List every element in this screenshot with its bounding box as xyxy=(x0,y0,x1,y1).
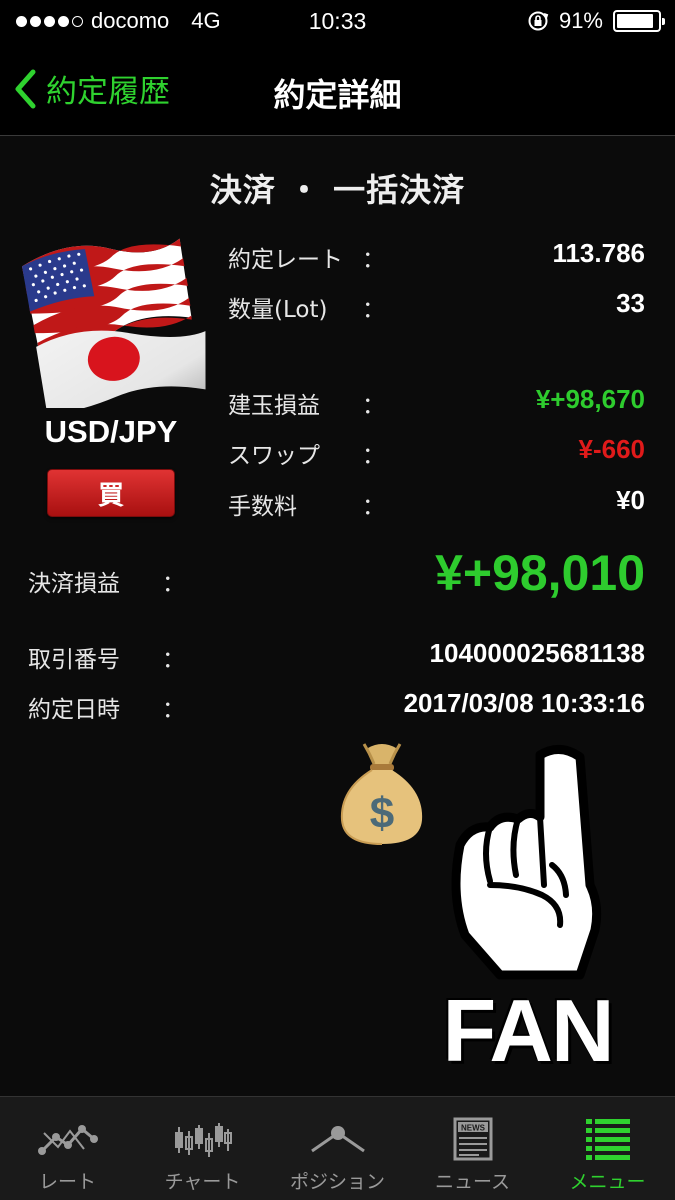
settlement-pl-colon: ： xyxy=(162,571,185,597)
quantity-colon: ： xyxy=(362,297,385,323)
rotation-lock-icon xyxy=(528,11,549,31)
trade-number-value: 104000025681138 xyxy=(429,638,645,668)
position-pl-value: ¥+98,670 xyxy=(535,384,645,414)
back-button[interactable]: 約定履歴 xyxy=(14,66,170,111)
tab-news[interactable]: NEWS ニュース xyxy=(405,1097,540,1200)
position-pl-colon: ： xyxy=(362,393,385,419)
money-bag-icon: $ xyxy=(340,743,423,845)
swap-value: ¥-660 xyxy=(578,434,646,464)
trade-number-label: 取引番号 xyxy=(28,647,120,673)
back-button-label: 約定履歴 xyxy=(46,74,170,110)
menu-list-icon xyxy=(585,1119,630,1160)
tab-menu-label: メニュー xyxy=(569,1171,646,1193)
position-pl-label: 建玉損益 xyxy=(228,393,320,419)
trade-type-title: 決済 ・ 一括決済 xyxy=(209,171,466,209)
fee-label: 手数料 xyxy=(228,494,297,520)
tab-rate[interactable]: レート xyxy=(0,1097,135,1200)
detail-row-rate: 約定レート ： 113.786 xyxy=(0,234,675,274)
news-icon: NEWS xyxy=(453,1117,492,1161)
swap-label: スワップ xyxy=(228,443,320,469)
trade-datetime-row: 約定日時 ： 2017/03/08 10:33:16 xyxy=(0,688,675,726)
settlement-pl-label: 決済損益 xyxy=(28,571,120,597)
quantity-label: 数量(Lot) xyxy=(228,297,328,323)
settlement-pl-row: 決済損益 ： ¥+98,010 xyxy=(0,545,675,604)
pointing-hand-icon xyxy=(451,745,602,980)
tab-bar: レート チャート ポジション NEWS ニュース メニュー xyxy=(0,1096,675,1200)
position-icon xyxy=(310,1126,365,1153)
battery-percent: 91% xyxy=(558,8,603,33)
swap-colon: ： xyxy=(362,443,385,469)
battery-fill xyxy=(617,14,654,28)
trade-datetime-colon: ： xyxy=(162,697,185,723)
trade-number-row: 取引番号 ： 104000025681138 xyxy=(0,638,675,676)
detail-row-position-pl: 建玉損益 ： ¥+98,670 xyxy=(0,380,675,420)
detail-row-swap: スワップ ： ¥-660 xyxy=(0,430,675,470)
tab-chart[interactable]: チャート xyxy=(135,1097,270,1200)
trade-datetime-label: 約定日時 xyxy=(28,697,120,723)
rate-chart-icon xyxy=(37,1125,98,1155)
fee-value: ¥0 xyxy=(616,485,645,515)
candlestick-icon xyxy=(174,1123,232,1157)
status-right-group: 91% xyxy=(527,8,665,34)
quantity-value: 33 xyxy=(616,288,645,318)
detail-row-fee: 手数料 ： ¥0 xyxy=(0,481,675,521)
tab-position-label: ポジション xyxy=(289,1171,385,1193)
tab-rate-label: レート xyxy=(38,1171,96,1193)
battery-icon xyxy=(613,10,665,32)
tab-news-label: ニュース xyxy=(434,1171,511,1193)
trade-datetime-value: 2017/03/08 10:33:16 xyxy=(403,688,645,718)
fee-colon: ： xyxy=(362,494,385,520)
chevron-left-icon xyxy=(15,69,36,108)
trade-number-colon: ： xyxy=(162,647,185,673)
rate-label: 約定レート xyxy=(228,247,343,273)
svg-text:NEWS: NEWS xyxy=(461,1124,486,1133)
fan-sticker-text: FAN xyxy=(442,981,615,1080)
navigation-bar: 約定履歴 約定詳細 xyxy=(0,44,675,136)
tab-chart-label: チャート xyxy=(164,1171,241,1193)
detail-row-quantity: 数量(Lot) ： 33 xyxy=(0,284,675,324)
rate-colon: ： xyxy=(362,247,385,273)
svg-text:$: $ xyxy=(370,789,394,838)
tab-position[interactable]: ポジション xyxy=(270,1097,405,1200)
tab-menu[interactable]: メニュー xyxy=(540,1097,675,1200)
status-bar: docomo 4G 10:33 91% xyxy=(0,0,675,44)
settlement-pl-value: ¥+98,010 xyxy=(435,545,645,601)
rate-value: 113.786 xyxy=(552,238,645,268)
